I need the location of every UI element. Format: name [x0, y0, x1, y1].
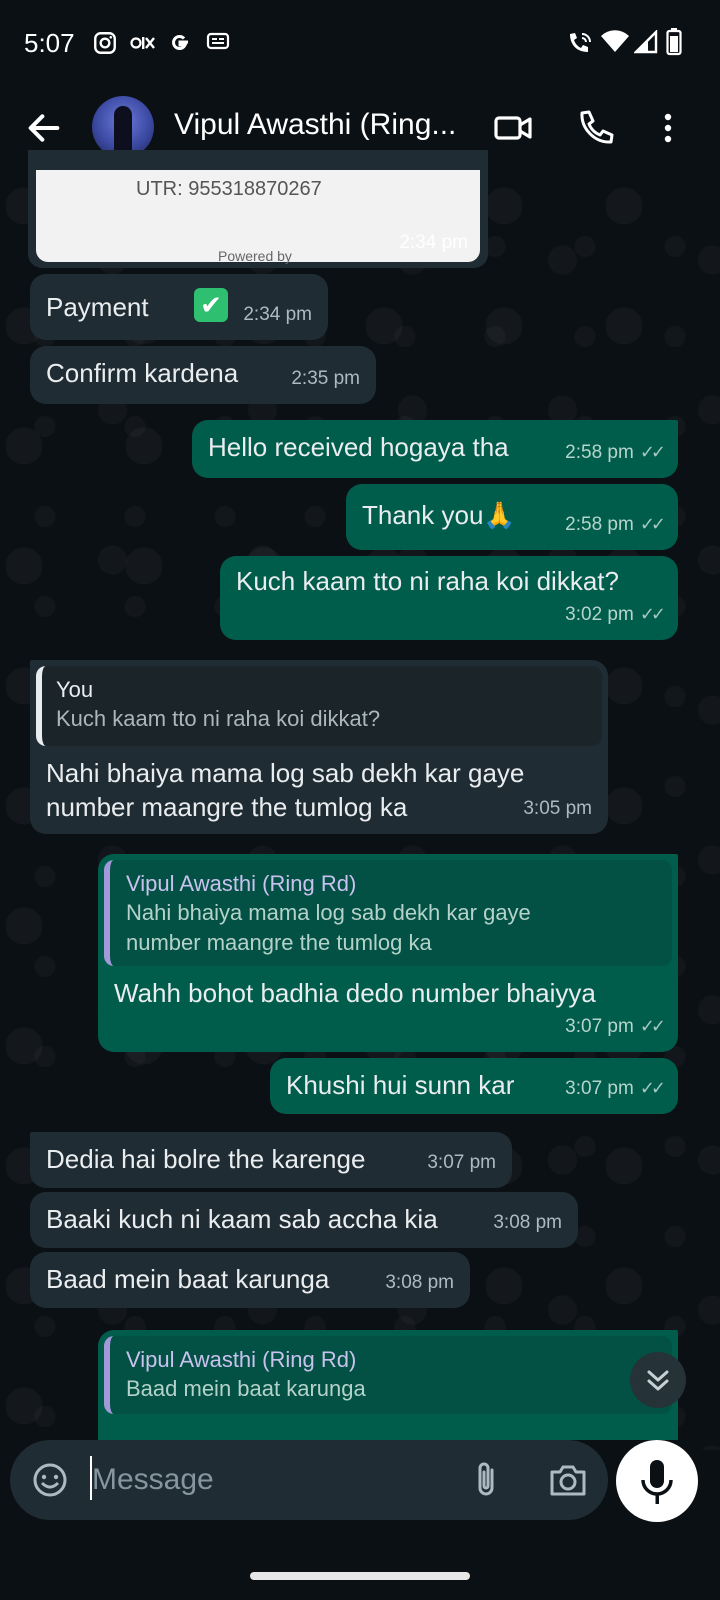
- home-gesture-handle[interactable]: [250, 1572, 470, 1580]
- double-check-icon: ✓✓: [639, 442, 666, 462]
- double-chevron-down-icon: [647, 1370, 669, 1391]
- quoted-message[interactable]: Vipul Awasthi (Ring Rd) Nahi bhaiya mama…: [104, 860, 672, 966]
- quote-text: Baad mein baat karunga: [126, 1376, 366, 1401]
- message-line: number maangre the tumlog ka: [46, 792, 408, 822]
- more-vert-icon[interactable]: [644, 104, 692, 152]
- message-meta: 3:07 pm ✓✓: [565, 1071, 666, 1106]
- reply-message-bubble[interactable]: You Kuch kaam tto ni raha koi dikkat? Na…: [30, 660, 608, 834]
- quoted-message[interactable]: You Kuch kaam tto ni raha koi dikkat?: [36, 666, 602, 746]
- message-time: 3:07 pm: [565, 1016, 634, 1037]
- message-text: Nahi bhaiya mama log sab dekh kar gaye n…: [46, 756, 524, 824]
- message-text: Confirm kardena: [46, 358, 239, 388]
- mic-icon: [641, 1460, 673, 1504]
- message-text: Baad mein baat karunga: [46, 1264, 330, 1294]
- message-text: Thank you🙏: [362, 500, 516, 530]
- message-text: Baaki kuch ni kaam sab accha kia: [46, 1204, 438, 1234]
- message-time: 3:07 pm: [427, 1152, 496, 1173]
- message-bubble[interactable]: Dedia hai bolre the karenge 3:07 pm: [30, 1132, 512, 1188]
- navigation-bar: [0, 1530, 720, 1600]
- double-check-icon: ✓✓: [639, 604, 666, 624]
- quoted-message[interactable]: Vipul Awasthi (Ring Rd) Baad mein baat k…: [104, 1336, 672, 1414]
- message-bubble[interactable]: Thank you🙏 2:58 pm ✓✓: [346, 484, 678, 550]
- message-line: Nahi bhaiya mama log sab dekh kar gaye: [46, 758, 525, 788]
- instagram-icon: [94, 32, 116, 54]
- status-bar: 5:07: [0, 0, 720, 86]
- reply-message-bubble[interactable]: Vipul Awasthi (Ring Rd) Baad mein baat k…: [98, 1330, 678, 1440]
- quote-author: Vipul Awasthi (Ring Rd): [126, 1347, 357, 1372]
- quote-line: number maangre the tumlog ka: [126, 930, 432, 955]
- message-time: 2:34 pm: [399, 232, 468, 253]
- message-bubble[interactable]: Payment ✔ 2:34 pm: [30, 274, 328, 340]
- message-bubble[interactable]: Confirm kardena 2:35 pm: [30, 346, 376, 404]
- message-meta: 2:58 pm ✓✓: [565, 507, 666, 542]
- message-bubble[interactable]: Kuch kaam tto ni raha koi dikkat? 3:02 p…: [220, 556, 678, 640]
- message-time: 2:58 pm: [565, 514, 634, 535]
- message-time: 3:05 pm: [523, 798, 592, 819]
- quote-text: Kuch kaam tto ni raha koi dikkat?: [56, 706, 381, 731]
- message-time: 2:34 pm: [243, 304, 312, 325]
- payment-screenshot[interactable]: UTR: 955318870267 Powered by 2:34 pm: [36, 170, 480, 264]
- scroll-to-bottom-button[interactable]: [630, 1352, 686, 1408]
- message-time: 3:02 pm: [565, 604, 634, 625]
- message-bubble[interactable]: Baad mein baat karunga 3:08 pm: [30, 1252, 470, 1308]
- status-time: 5:07: [24, 28, 75, 58]
- voice-message-button[interactable]: [616, 1440, 698, 1522]
- message-meta: 2:58 pm ✓✓: [565, 435, 666, 470]
- message-text: Dedia hai bolre the karenge: [46, 1144, 366, 1174]
- reply-message-bubble[interactable]: Vipul Awasthi (Ring Rd) Nahi bhaiya mama…: [98, 854, 678, 1052]
- message-time: 2:35 pm: [291, 368, 360, 389]
- quote-author: Vipul Awasthi (Ring Rd): [126, 871, 357, 896]
- wifi-call-icon: [570, 33, 591, 52]
- message-bubble[interactable]: Khushi hui sunn kar 3:07 pm ✓✓: [270, 1058, 678, 1114]
- signal-icon: [634, 30, 658, 54]
- video-call-icon[interactable]: [490, 104, 538, 152]
- wifi-icon: [601, 30, 629, 52]
- message-meta: 3:02 pm ✓✓: [565, 597, 666, 632]
- google-icon: [172, 35, 188, 50]
- message-bubble[interactable]: Baaki kuch ni kaam sab accha kia 3:08 pm: [30, 1192, 578, 1248]
- double-check-icon: ✓✓: [639, 1016, 666, 1036]
- message-compose-bar[interactable]: [10, 1440, 608, 1520]
- voice-call-icon[interactable]: [572, 104, 620, 152]
- message-text: Kuch kaam tto ni raha koi dikkat?: [236, 566, 619, 596]
- back-arrow-icon[interactable]: [24, 108, 64, 148]
- message-time: 3:08 pm: [493, 1212, 562, 1233]
- emoji-icon[interactable]: [30, 1460, 70, 1500]
- utr-text: UTR: 955318870267: [136, 178, 322, 200]
- message-text: Hello received hogaya tha: [208, 432, 509, 462]
- olx-icon: [130, 37, 155, 49]
- check-mark-emoji: ✔: [194, 288, 228, 322]
- message-icon: [206, 32, 230, 50]
- contact-avatar[interactable]: [92, 96, 154, 158]
- quote-line: Nahi bhaiya mama log sab dekh kar gaye: [126, 900, 531, 925]
- attach-icon[interactable]: [466, 1458, 506, 1502]
- double-check-icon: ✓✓: [639, 514, 666, 534]
- message-bubble[interactable]: Hello received hogaya tha 2:58 pm ✓✓: [192, 420, 678, 478]
- double-check-icon: ✓✓: [639, 1078, 666, 1098]
- message-input[interactable]: [90, 1454, 454, 1506]
- message-text: Wahh bohot badhia dedo number bhaiyya: [114, 978, 596, 1008]
- message-time: 2:58 pm: [565, 442, 634, 463]
- powered-text: Powered by: [218, 248, 292, 264]
- message-time: 3:08 pm: [385, 1272, 454, 1293]
- message-time: 3:07 pm: [565, 1078, 634, 1099]
- message-meta: 3:07 pm ✓✓: [565, 1009, 666, 1044]
- message-text: Khushi hui sunn kar: [286, 1070, 515, 1100]
- message-text: Payment: [46, 292, 149, 322]
- quote-author: You: [56, 677, 94, 702]
- battery-icon: [666, 28, 682, 56]
- contact-name[interactable]: Vipul Awasthi (Ring...: [174, 108, 456, 142]
- camera-icon[interactable]: [546, 1460, 590, 1500]
